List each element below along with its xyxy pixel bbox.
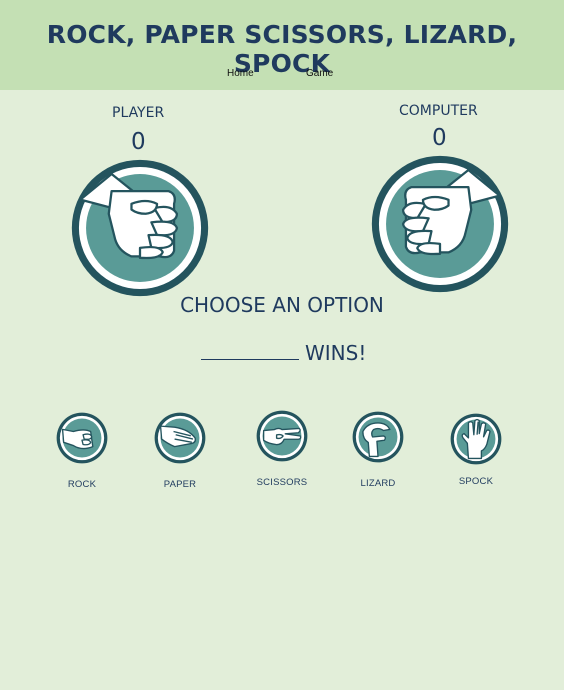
computer-rock-icon [369, 153, 511, 295]
scissors-icon [256, 410, 308, 462]
rock-option-label: ROCK [67, 479, 97, 490]
lizard-icon [352, 411, 404, 463]
player-score: 0 [131, 129, 146, 155]
lizard-option-button[interactable]: LIZARD [348, 410, 408, 489]
player-rock-icon [69, 157, 211, 299]
paper-icon [154, 412, 206, 464]
rock-icon [56, 412, 108, 464]
result-text: WINS! [201, 339, 366, 365]
choose-option-prompt: CHOOSE AN OPTION [180, 293, 384, 317]
spock-icon [450, 413, 502, 465]
spock-option-label: SPOCK [458, 476, 494, 487]
scissors-option-button[interactable]: SCISSORS [252, 409, 312, 488]
winner-blank [201, 339, 299, 360]
header-bar: ROCK, PAPER SCISSORS, LIZARD, SPOCK Home… [0, 0, 564, 90]
paper-option-label: PAPER [163, 479, 197, 490]
spock-option-button[interactable]: SPOCK [446, 412, 506, 487]
rock-option-button[interactable]: ROCK [52, 411, 112, 490]
nav-home-link[interactable]: Home [227, 68, 254, 79]
scissors-option-label: SCISSORS [256, 477, 308, 488]
computer-label: COMPUTER [399, 103, 478, 119]
paper-option-button[interactable]: PAPER [150, 411, 210, 490]
lizard-option-label: LIZARD [360, 478, 396, 489]
page-title: ROCK, PAPER SCISSORS, LIZARD, SPOCK [46, 20, 518, 78]
nav-game-link[interactable]: Game [306, 68, 333, 79]
computer-score: 0 [432, 125, 447, 151]
wins-label: WINS! [305, 341, 367, 365]
player-label: PLAYER [112, 105, 165, 121]
